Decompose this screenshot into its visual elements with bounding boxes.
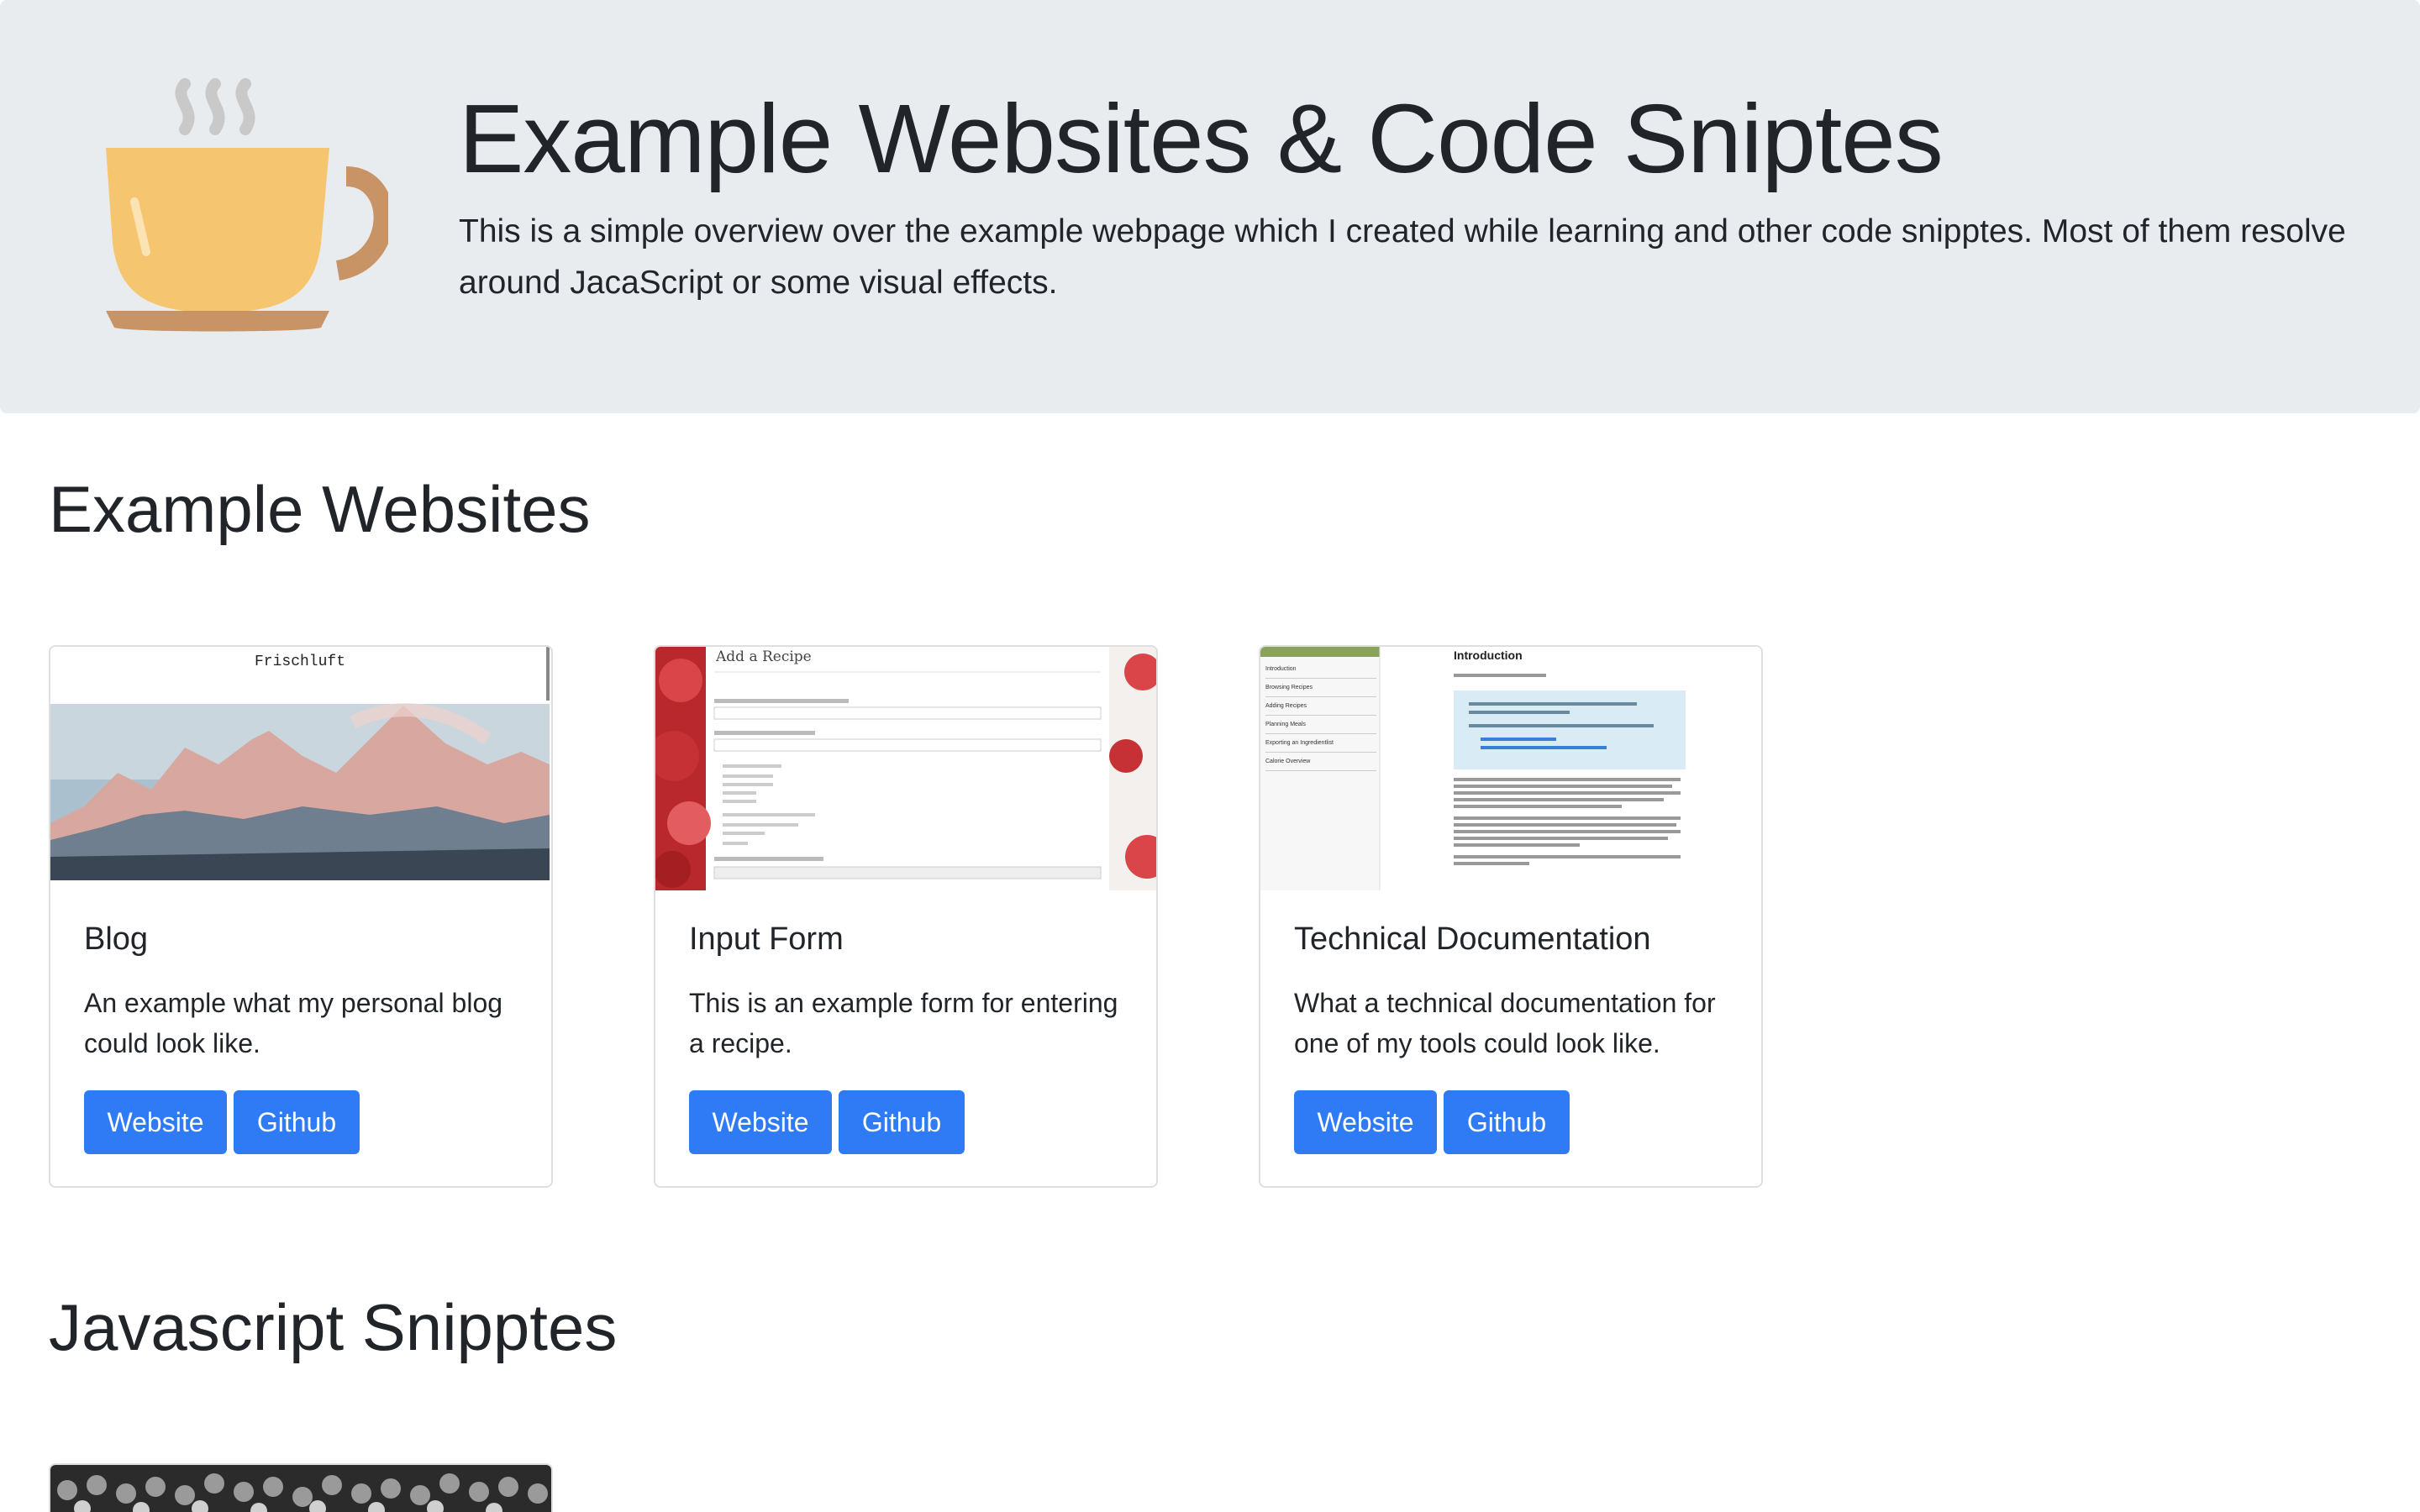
tech-doc-preview-heading: Introduction: [1454, 648, 1523, 662]
section-title-websites: Example Websites: [49, 472, 591, 546]
input-form-preview-heading: Add a Recipe: [716, 648, 812, 665]
preview-nav-item: Calorie Overview: [1265, 753, 1376, 771]
website-button[interactable]: Website: [84, 1090, 227, 1154]
website-button[interactable]: Website: [689, 1090, 832, 1154]
website-button[interactable]: Website: [1294, 1090, 1437, 1154]
card-text: An example what my personal blog could l…: [84, 988, 503, 1058]
card-text: What a technical documentation for one o…: [1294, 988, 1716, 1058]
section-title-snippets: Javascript Snipptes: [49, 1290, 618, 1364]
page-lead: This is a simple overview over the examp…: [459, 213, 2346, 301]
tech-doc-preview-image: Introduction Introduction Browsing Recip…: [1260, 647, 1761, 890]
card-title: Blog: [84, 921, 149, 957]
card-text: This is an example form for entering a r…: [689, 988, 1118, 1058]
github-button[interactable]: Github: [839, 1090, 965, 1154]
blog-preview-heading: Frischluft: [254, 654, 346, 670]
preview-nav-item: Introduction: [1265, 660, 1376, 679]
blog-preview-image: Frischluft: [50, 647, 551, 890]
input-form-preview-image: Add a Recipe: [655, 647, 1156, 890]
card-input-form: Add a Recipe Input Form This is an examp…: [654, 645, 1158, 1188]
github-button[interactable]: Github: [234, 1090, 360, 1154]
snippet-card: [49, 1463, 553, 1512]
card-title: Input Form: [689, 921, 844, 957]
coffee-cup-icon: [106, 78, 388, 332]
preview-nav-item: Browsing Recipes: [1265, 679, 1376, 697]
card-technical-documentation: Introduction Introduction Browsing Recip…: [1259, 645, 1763, 1188]
card-title: Technical Documentation: [1294, 921, 1651, 957]
github-button[interactable]: Github: [1444, 1090, 1570, 1154]
preview-nav-item: Planning Meals: [1265, 716, 1376, 734]
page-title: Example Websites & Code Sniptes: [459, 84, 1944, 193]
preview-nav-item: Adding Recipes: [1265, 697, 1376, 716]
preview-nav-item: Exporting an Ingredientlist: [1265, 734, 1376, 753]
card-blog: Frischluft Blog An example what my perso…: [49, 645, 553, 1188]
snippet-preview-image: [50, 1465, 551, 1512]
jumbotron: Example Websites & Code Sniptes This is …: [0, 0, 2420, 413]
tech-doc-preview-nav: Introduction Browsing Recipes Adding Rec…: [1265, 660, 1376, 771]
